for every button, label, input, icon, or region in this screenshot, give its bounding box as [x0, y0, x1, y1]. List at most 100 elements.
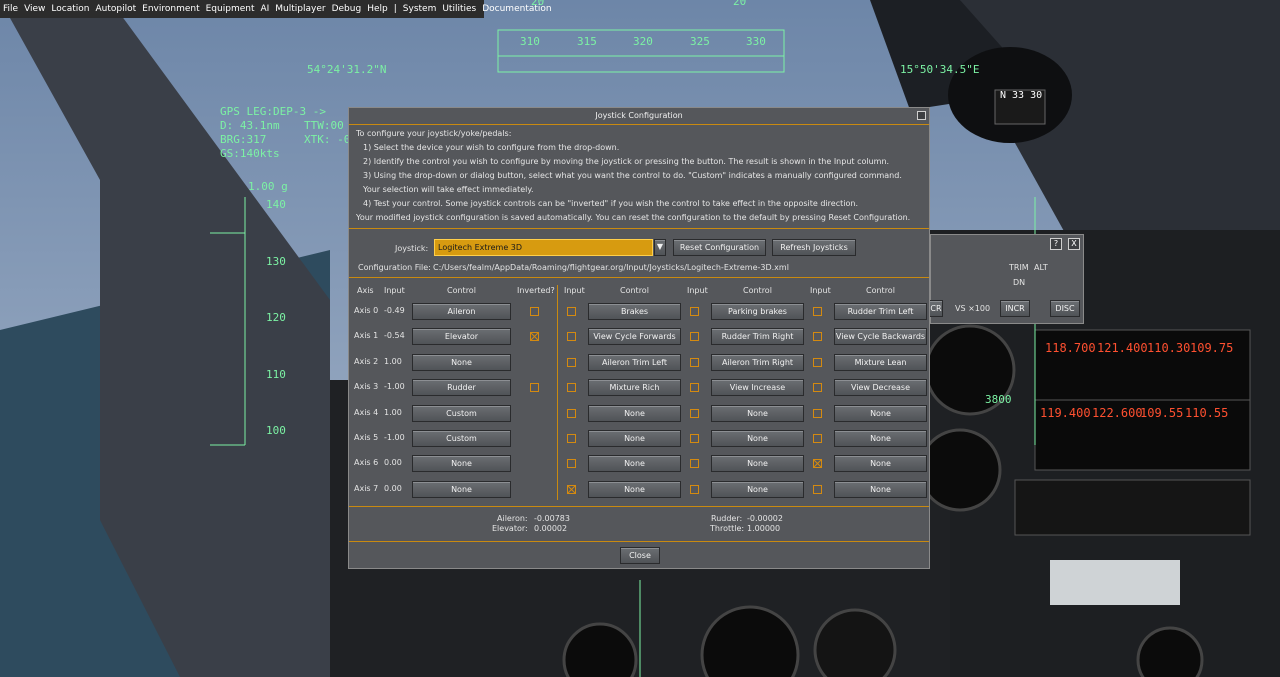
button-control-button[interactable]: None [834, 404, 927, 422]
button-control-button[interactable]: Brakes [588, 303, 681, 320]
menu-autopilot[interactable]: Autopilot [93, 4, 140, 14]
axis-control-button[interactable]: None [412, 353, 511, 371]
button-control-button[interactable]: None [588, 430, 681, 447]
com1-active: 118.700 [1045, 341, 1096, 355]
button-control-button[interactable]: None [834, 455, 927, 473]
button-input-indicator[interactable] [813, 434, 822, 443]
button-control-button[interactable]: None [588, 480, 681, 498]
button-input-indicator[interactable] [690, 484, 699, 494]
button-control-button[interactable]: None [834, 480, 927, 498]
header-axis-input: Input [384, 286, 405, 295]
button-input-indicator[interactable] [567, 459, 576, 469]
button-control-button[interactable]: None [588, 404, 681, 422]
button-control-button[interactable]: None [711, 404, 804, 422]
button-control-button[interactable]: Rudder Trim Left [834, 303, 927, 320]
menu-utilities[interactable]: Utilities [439, 4, 479, 14]
button-control-button[interactable]: View Cycle Backwards [834, 328, 927, 346]
button-input-indicator[interactable] [690, 307, 699, 316]
axis-control-button[interactable]: Custom [412, 430, 511, 447]
button-control-button[interactable]: None [711, 480, 804, 498]
axis-name: Axis 6 [354, 458, 379, 468]
menu-environment[interactable]: Environment [139, 4, 202, 14]
hud-pitch-right: 20 [733, 0, 747, 8]
button-input-indicator[interactable] [813, 459, 822, 469]
menu-view[interactable]: View [21, 4, 48, 14]
menu-system[interactable]: System [400, 4, 440, 14]
refresh-joysticks-button[interactable]: Refresh Joysticks [772, 239, 856, 256]
button-input-indicator[interactable] [690, 357, 699, 367]
button-control-button[interactable]: Rudder Trim Right [711, 328, 804, 346]
close-button[interactable]: Close [620, 547, 660, 564]
instruction-intro: To configure your joystick/yoke/pedals: [356, 129, 512, 138]
disc-button[interactable]: DISC [1050, 300, 1080, 317]
menu-location[interactable]: Location [48, 4, 92, 14]
nav2-active: 109.55 [1140, 406, 1184, 420]
button-control-button[interactable]: View Cycle Forwards [588, 328, 681, 346]
axis-control-button[interactable]: Custom [412, 404, 511, 422]
menu-debug[interactable]: Debug [329, 4, 365, 14]
button-input-indicator[interactable] [690, 459, 699, 469]
button-input-indicator[interactable] [813, 484, 822, 494]
button-control-button[interactable]: View Decrease [834, 379, 927, 397]
axis-input-value: -0.54 [384, 331, 405, 341]
button-input-indicator[interactable] [567, 484, 576, 494]
button-control-button[interactable]: Aileron Trim Left [588, 353, 681, 371]
axis-control-button[interactable]: None [412, 480, 511, 498]
close-panel-button[interactable]: X [1068, 238, 1080, 250]
button-input-indicator[interactable] [690, 332, 699, 342]
button-input-indicator[interactable] [567, 307, 576, 316]
axis-control-button[interactable]: None [412, 455, 511, 473]
inverted-checkbox[interactable] [530, 383, 539, 393]
axis-name: Axis 5 [354, 433, 379, 442]
inverted-checkbox[interactable] [530, 332, 539, 342]
hud-xtk: XTK: -0 [304, 133, 351, 146]
menu-ai[interactable]: AI [257, 4, 272, 14]
button-input-indicator[interactable] [690, 434, 699, 443]
section-divider-2 [349, 277, 929, 278]
button-input-indicator[interactable] [813, 357, 822, 367]
button-input-indicator[interactable] [813, 408, 822, 418]
column-divider [557, 285, 558, 500]
button-input-indicator[interactable] [567, 332, 576, 342]
dialog-close-box[interactable] [917, 111, 926, 120]
menu-multiplayer[interactable]: Multiplayer [272, 4, 328, 14]
button-input-indicator[interactable] [567, 357, 576, 367]
inverted-checkbox[interactable] [530, 307, 539, 316]
button-input-indicator[interactable] [567, 408, 576, 418]
button-control-button[interactable]: View Increase [711, 379, 804, 397]
button-input-indicator[interactable] [690, 408, 699, 418]
header-btn1-control: Control [620, 286, 649, 295]
help-button[interactable]: ? [1050, 238, 1062, 250]
button-input-indicator[interactable] [813, 307, 822, 316]
menu-file[interactable]: File [0, 4, 21, 14]
axis-control-button[interactable]: Elevator [412, 328, 511, 346]
header-btn2-input: Input [687, 286, 708, 295]
button-control-button[interactable]: Mixture Lean [834, 353, 927, 371]
button-input-indicator[interactable] [567, 434, 576, 443]
axis-input-value: 0.00 [384, 458, 402, 468]
button-control-button[interactable]: Aileron Trim Right [711, 353, 804, 371]
axis-control-button[interactable]: Rudder [412, 379, 511, 397]
axis-control-button[interactable]: Aileron [412, 303, 511, 320]
menu-help[interactable]: Help [364, 4, 391, 14]
cr-button[interactable]: CR [929, 300, 943, 317]
joystick-select[interactable]: Logitech Extreme 3D [434, 239, 653, 256]
button-input-indicator[interactable] [813, 383, 822, 393]
joystick-dropdown-button[interactable]: ▼ [654, 239, 666, 256]
button-control-button[interactable]: Mixture Rich [588, 379, 681, 397]
joystick-label: Joystick: [395, 244, 429, 253]
reset-configuration-button[interactable]: Reset Configuration [673, 239, 766, 256]
button-control-button[interactable]: None [711, 455, 804, 473]
button-input-indicator[interactable] [690, 383, 699, 393]
menu-equipment[interactable]: Equipment [203, 4, 258, 14]
button-control-button[interactable]: None [834, 430, 927, 447]
button-input-indicator[interactable] [567, 383, 576, 393]
button-control-button[interactable]: None [711, 430, 804, 447]
aileron-status-label: Aileron: [497, 514, 528, 523]
hud-bearing: BRG:317 [220, 133, 267, 146]
button-input-indicator[interactable] [813, 332, 822, 342]
incr-button[interactable]: INCR [1000, 300, 1030, 317]
button-control-button[interactable]: Parking brakes [711, 303, 804, 320]
hud-altitude: 3800 [985, 393, 1012, 406]
button-control-button[interactable]: None [588, 455, 681, 473]
